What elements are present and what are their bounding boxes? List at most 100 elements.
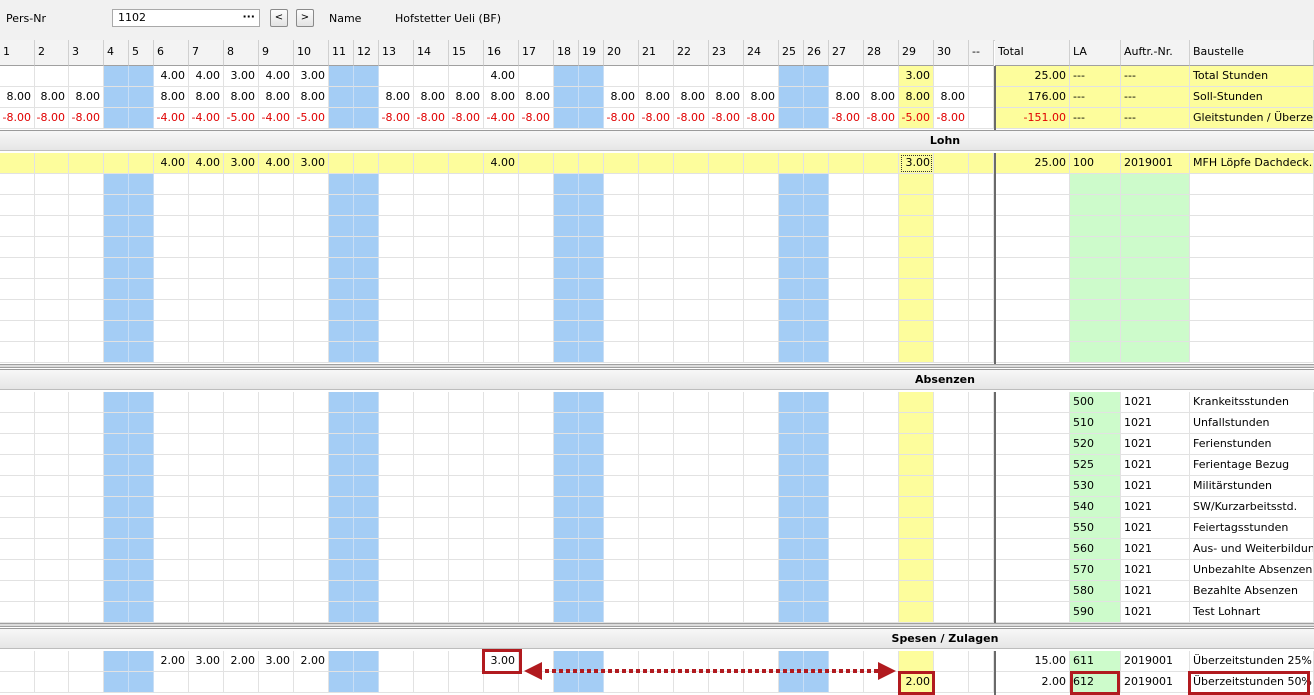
spesen-row-2-day-12[interactable]: [354, 672, 379, 693]
splitter-lohn[interactable]: [0, 364, 1314, 368]
spesen-row-1-day-12[interactable]: [354, 651, 379, 672]
lohn-empty-row-7-day-10[interactable]: [294, 300, 329, 321]
absenzen-row-4-day-7[interactable]: [189, 455, 224, 476]
absenzen-row-10-day-24[interactable]: [744, 581, 779, 602]
absenzen-row-8-day-5[interactable]: [129, 539, 154, 560]
absenzen-row-11-day-14[interactable]: [414, 602, 449, 623]
lohn-empty-row-7-day-15[interactable]: [449, 300, 484, 321]
summary-row-3-day-18[interactable]: [554, 108, 579, 129]
summary-row-3-day-5[interactable]: [129, 108, 154, 129]
absenzen-row-4-day-9[interactable]: [259, 455, 294, 476]
absenzen-row-2-day-14[interactable]: [414, 413, 449, 434]
summary-row-1-day-24[interactable]: [744, 66, 779, 87]
lohn-empty-row-2-auftr[interactable]: [1121, 195, 1190, 216]
absenzen-row-5-day-12[interactable]: [354, 476, 379, 497]
absenzen-row-9-day-24[interactable]: [744, 560, 779, 581]
summary-row-1-day-22[interactable]: [674, 66, 709, 87]
absenzen-row-1-day-4[interactable]: [104, 392, 129, 413]
absenzen-row-11-day-11[interactable]: [329, 602, 354, 623]
summary-row-3-day-1[interactable]: -8.00: [0, 108, 35, 129]
absenzen-row-9-day-12[interactable]: [354, 560, 379, 581]
absenzen-row-11-day-24[interactable]: [744, 602, 779, 623]
absenzen-row-8-day-10[interactable]: [294, 539, 329, 560]
spesen-row-2-day-9[interactable]: [259, 672, 294, 693]
lohn-empty-row-5-day-10[interactable]: [294, 258, 329, 279]
lohn-empty-row-5-day-20[interactable]: [604, 258, 639, 279]
absenzen-row-5-day-2[interactable]: [35, 476, 69, 497]
lohn-empty-row-8-day-1[interactable]: [0, 321, 35, 342]
absenzen-row-1-day-6[interactable]: [154, 392, 189, 413]
lohn-empty-row-2-day-26[interactable]: [804, 195, 829, 216]
absenzen-row-6-day-3[interactable]: [69, 497, 104, 518]
absenzen-row-5-day-10[interactable]: [294, 476, 329, 497]
absenzen-row-11-baustelle[interactable]: Test Lohnart: [1190, 602, 1314, 623]
lohn-empty-row-8-day-14[interactable]: [414, 321, 449, 342]
absenzen-row-8-day-9[interactable]: [259, 539, 294, 560]
lohn-row-1-day-7[interactable]: 4.00: [189, 153, 224, 174]
lohn-empty-row-8-day-12[interactable]: [354, 321, 379, 342]
absenzen-row-5-auftr[interactable]: 1021: [1121, 476, 1190, 497]
absenzen-row-6-day-5[interactable]: [129, 497, 154, 518]
lohn-empty-row-2-day-2[interactable]: [35, 195, 69, 216]
absenzen-row-10-day-19[interactable]: [579, 581, 604, 602]
lohn-empty-row-4-day-3[interactable]: [69, 237, 104, 258]
lohn-empty-row-3-day-29[interactable]: [899, 216, 934, 237]
lohn-empty-row-8-day-29[interactable]: [899, 321, 934, 342]
lohn-empty-row-1-day-29[interactable]: [899, 174, 934, 195]
lohn-empty-row-4-day-19[interactable]: [579, 237, 604, 258]
absenzen-row-1-day-13[interactable]: [379, 392, 414, 413]
absenzen-row-9-day-29[interactable]: [899, 560, 934, 581]
lohn-empty-row-5-day-13[interactable]: [379, 258, 414, 279]
col-header-day-8[interactable]: 8: [224, 40, 259, 66]
lohn-empty-row-8-auftr[interactable]: [1121, 321, 1190, 342]
col-header-day-9[interactable]: 9: [259, 40, 294, 66]
absenzen-row-4-day-2[interactable]: [35, 455, 69, 476]
col-header-day-31[interactable]: --: [969, 40, 994, 66]
absenzen-row-2-day-8[interactable]: [224, 413, 259, 434]
absenzen-row-4-day-25[interactable]: [779, 455, 804, 476]
absenzen-row-10-day-20[interactable]: [604, 581, 639, 602]
summary-row-3-day-12[interactable]: [354, 108, 379, 129]
absenzen-row-10-day-21[interactable]: [639, 581, 674, 602]
absenzen-row-1-day-11[interactable]: [329, 392, 354, 413]
lohn-empty-row-8-day-13[interactable]: [379, 321, 414, 342]
absenzen-row-10-day-17[interactable]: [519, 581, 554, 602]
lohn-empty-row-9-day-3[interactable]: [69, 342, 104, 363]
summary-row-2-day-13[interactable]: 8.00: [379, 87, 414, 108]
spesen-row-1-day-7[interactable]: 3.00: [189, 651, 224, 672]
lohn-empty-row-1-day-15[interactable]: [449, 174, 484, 195]
absenzen-row-7-day-16[interactable]: [484, 518, 519, 539]
spesen-row-1-day-11[interactable]: [329, 651, 354, 672]
spesen-row-2-day-8[interactable]: [224, 672, 259, 693]
lohn-empty-row-3-day-30[interactable]: [934, 216, 969, 237]
lohn-empty-row-6-day-31[interactable]: [969, 279, 994, 300]
lohn-empty-row-6-day-24[interactable]: [744, 279, 779, 300]
lohn-empty-row-1-day-21[interactable]: [639, 174, 674, 195]
absenzen-row-4-day-24[interactable]: [744, 455, 779, 476]
absenzen-row-7-day-30[interactable]: [934, 518, 969, 539]
absenzen-row-6-day-21[interactable]: [639, 497, 674, 518]
absenzen-row-4-la[interactable]: 525: [1070, 455, 1121, 476]
summary-row-1-day-14[interactable]: [414, 66, 449, 87]
absenzen-row-11-day-22[interactable]: [674, 602, 709, 623]
absenzen-row-2-day-3[interactable]: [69, 413, 104, 434]
lohn-empty-row-6-day-6[interactable]: [154, 279, 189, 300]
lohn-empty-row-6-day-28[interactable]: [864, 279, 899, 300]
lohn-empty-row-9-auftr[interactable]: [1121, 342, 1190, 363]
absenzen-row-6-day-30[interactable]: [934, 497, 969, 518]
absenzen-row-5-day-14[interactable]: [414, 476, 449, 497]
lohn-empty-row-9-day-25[interactable]: [779, 342, 804, 363]
lohn-empty-row-9-day-6[interactable]: [154, 342, 189, 363]
lohn-empty-row-3-day-26[interactable]: [804, 216, 829, 237]
absenzen-row-7-day-27[interactable]: [829, 518, 864, 539]
spesen-row-1-day-19[interactable]: [579, 651, 604, 672]
absenzen-row-3-auftr[interactable]: 1021: [1121, 434, 1190, 455]
spesen-row-1-day-9[interactable]: 3.00: [259, 651, 294, 672]
absenzen-row-7-day-10[interactable]: [294, 518, 329, 539]
summary-row-2-day-29[interactable]: 8.00: [899, 87, 934, 108]
absenzen-row-5-day-22[interactable]: [674, 476, 709, 497]
absenzen-row-9-day-8[interactable]: [224, 560, 259, 581]
lohn-empty-row-6-day-14[interactable]: [414, 279, 449, 300]
absenzen-row-4-day-26[interactable]: [804, 455, 829, 476]
lohn-empty-row-7-auftr[interactable]: [1121, 300, 1190, 321]
